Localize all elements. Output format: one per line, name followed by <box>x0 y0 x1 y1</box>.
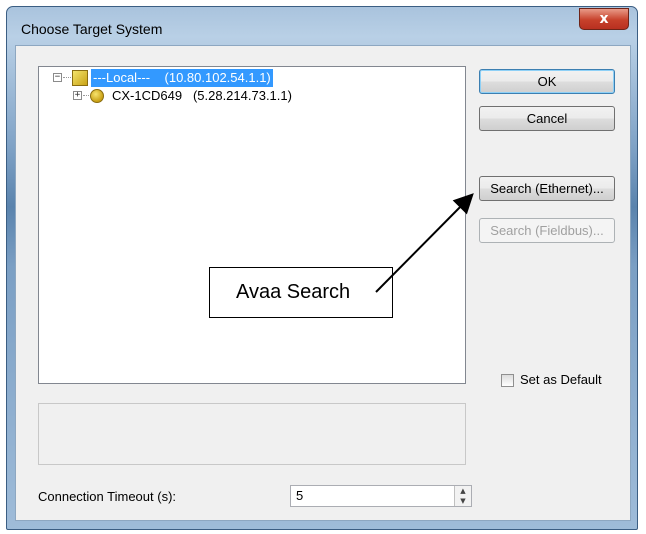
annotation-arrow <box>375 193 474 293</box>
